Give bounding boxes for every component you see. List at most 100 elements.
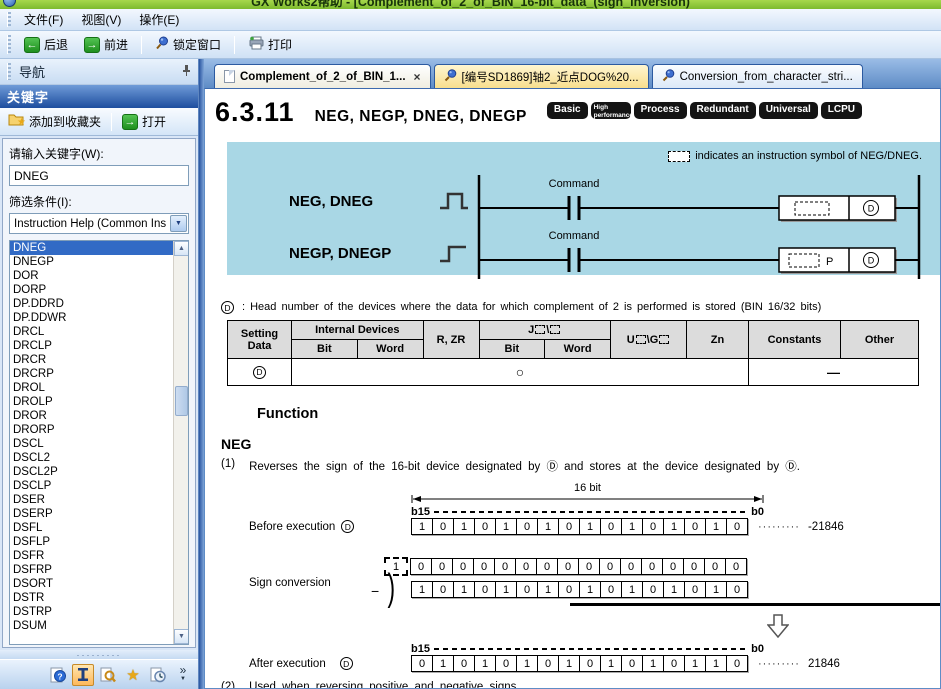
bit-cell: 0 [536, 558, 558, 575]
keyword-view-button[interactable] [72, 664, 94, 686]
after-execution-row: After execution D 0101010101010110 21846 [215, 655, 940, 672]
instruction-list-item[interactable]: DSERP [10, 507, 173, 521]
instruction-list-item[interactable]: DNEG [10, 241, 173, 255]
instruction-list-item[interactable]: DSCL [10, 437, 173, 451]
open-label: 打开 [142, 113, 166, 130]
toolbar-overflow-button[interactable]: »▼ [172, 664, 194, 686]
instruction-list-item[interactable]: DRCR [10, 353, 173, 367]
instruction-list-item[interactable]: DRCRP [10, 367, 173, 381]
chevron-down-icon[interactable]: ▼ [170, 215, 187, 232]
bit-cell: 1 [579, 518, 601, 535]
tab-complement-of-2[interactable]: Complement_of_2_of_BIN_1... × [214, 64, 431, 88]
pane-resize-handle[interactable]: ········· [0, 650, 198, 659]
document-tabbar: Complement_of_2_of_BIN_1... × [编号SD1869]… [204, 59, 941, 88]
search-button[interactable] [97, 664, 119, 686]
section-number: 6.3.11 [215, 97, 295, 128]
col-r-zr: R, ZR [423, 321, 479, 359]
instruction-list-item[interactable]: DSER [10, 493, 173, 507]
forward-button[interactable]: → 前进 [77, 33, 135, 56]
subtraction-paren: ) [388, 567, 396, 610]
instruction-list-item[interactable]: DSORT [10, 577, 173, 591]
bit-cell: 1 [453, 581, 475, 598]
pin-pane-icon[interactable] [181, 64, 192, 79]
bit-cell: 1 [579, 581, 601, 598]
instruction-list-item[interactable]: DSCL2P [10, 465, 173, 479]
instruction-list-item[interactable]: DROL [10, 381, 173, 395]
keyword-input[interactable] [9, 165, 189, 186]
instruction-list-item[interactable]: DSCLP [10, 479, 173, 493]
pushpin-icon [662, 69, 675, 85]
instruction-list-item[interactable]: DP.DDRD [10, 297, 173, 311]
platform-badge: Redundant [690, 102, 756, 119]
open-button[interactable]: → 打开 [118, 111, 170, 132]
filter-dropdown[interactable]: Instruction Help (Common Ins ▼ [9, 213, 189, 234]
instruction-list-item[interactable]: DSFRP [10, 563, 173, 577]
operand-d-symbol: D [221, 301, 234, 314]
toolbar-grip[interactable] [7, 35, 11, 54]
menu-item[interactable]: 操作(E) [130, 9, 188, 30]
bit-diagram: 16 bit b15b0 B [215, 482, 940, 672]
tab-conversion[interactable]: Conversion_from_character_stri... [652, 64, 863, 88]
device-note: D : Head number of the devices where the… [221, 301, 940, 314]
instruction-list-item[interactable]: DORP [10, 283, 173, 297]
tab-sd1869[interactable]: [编号SD1869]轴2_近点DOG%20... [434, 64, 649, 88]
filter-dropdown-value: Instruction Help (Common Ins [10, 218, 169, 230]
pushpin-icon [444, 69, 457, 85]
bit-cell: 1 [411, 518, 433, 535]
instruction-list-item[interactable]: DSCL2 [10, 451, 173, 465]
list-scrollbar[interactable]: ▲ ▼ [173, 241, 188, 644]
instruction-list-item[interactable]: DOR [10, 269, 173, 283]
instruction-list-item[interactable]: DROLP [10, 395, 173, 409]
window-titlebar: GX Works2帮助 - [Complement_of_2_of_BIN_16… [0, 0, 941, 9]
rising-edge-icon [437, 239, 471, 267]
keyword-panel-header: 关键字 [0, 85, 198, 108]
bit-cell: 0 [515, 558, 537, 575]
bit-index-labels: b15b0 [411, 506, 764, 518]
add-to-favorites-button[interactable]: ★ 添加到收藏夹 [4, 111, 105, 132]
bit-cell: 1 [558, 655, 580, 672]
bit-cell: 0 [726, 518, 748, 535]
print-button[interactable]: 打印 [241, 33, 299, 56]
bit-cell: 0 [453, 655, 475, 672]
instruction-list-item[interactable]: DRCL [10, 325, 173, 339]
instruction-list-item[interactable]: DSTRP [10, 605, 173, 619]
bit-cell: 0 [494, 558, 516, 575]
lock-window-button[interactable]: 锁定窗口 [148, 33, 228, 56]
instruction-list-item[interactable]: DP.DDWR [10, 311, 173, 325]
instruction-list-item[interactable]: DSFR [10, 549, 173, 563]
scroll-down-icon[interactable]: ▼ [174, 629, 189, 644]
col-u-g-device: U\G [611, 321, 687, 359]
close-icon[interactable]: × [414, 70, 421, 84]
bit-cell: 0 [432, 581, 454, 598]
print-label: 打印 [268, 36, 292, 53]
help-topics-button[interactable]: ? [47, 664, 69, 686]
instruction-list-item[interactable]: DNEGP [10, 255, 173, 269]
instruction-list-item[interactable]: DSFLP [10, 535, 173, 549]
instruction-list[interactable]: ▲ ▼ DNEGDNEGPDORDORPDP.DDRDDP.DDWRDRCLDR… [9, 240, 189, 645]
toolbar-grip[interactable] [7, 12, 11, 27]
scrollbar-thumb[interactable] [175, 386, 188, 416]
favorites-button[interactable]: ★ [122, 664, 144, 686]
instruction-list-item[interactable]: DRCLP [10, 339, 173, 353]
menu-item[interactable]: 视图(V) [72, 9, 130, 30]
open-icon: → [122, 114, 138, 130]
bit-cell: 0 [431, 558, 453, 575]
history-button[interactable] [147, 664, 169, 686]
bit-cell: 0 [725, 558, 747, 575]
svg-text:?: ? [57, 671, 62, 681]
menu-item[interactable]: 文件(F) [15, 9, 72, 30]
instruction-list-item[interactable]: DRORP [10, 423, 173, 437]
bit-cell: 0 [726, 655, 748, 672]
instruction-list-item[interactable]: DSFL [10, 521, 173, 535]
keyword-panel: 请输入关键字(W): 筛选条件(I): Instruction Help (Co… [2, 138, 196, 648]
instruction-list-item[interactable]: DSUM [10, 619, 173, 633]
pane-grip[interactable] [7, 63, 11, 81]
bit-cell: 0 [642, 518, 664, 535]
instruction-list-item[interactable]: DSTR [10, 591, 173, 605]
instruction-list-item[interactable]: DROR [10, 409, 173, 423]
svg-text:Command: Command [549, 178, 600, 190]
scroll-up-icon[interactable]: ▲ [174, 241, 189, 256]
back-button[interactable]: ← 后退 [17, 33, 75, 56]
tab-label: Complement_of_2_of_BIN_1... [240, 71, 406, 83]
bit-cell: 1 [453, 518, 475, 535]
